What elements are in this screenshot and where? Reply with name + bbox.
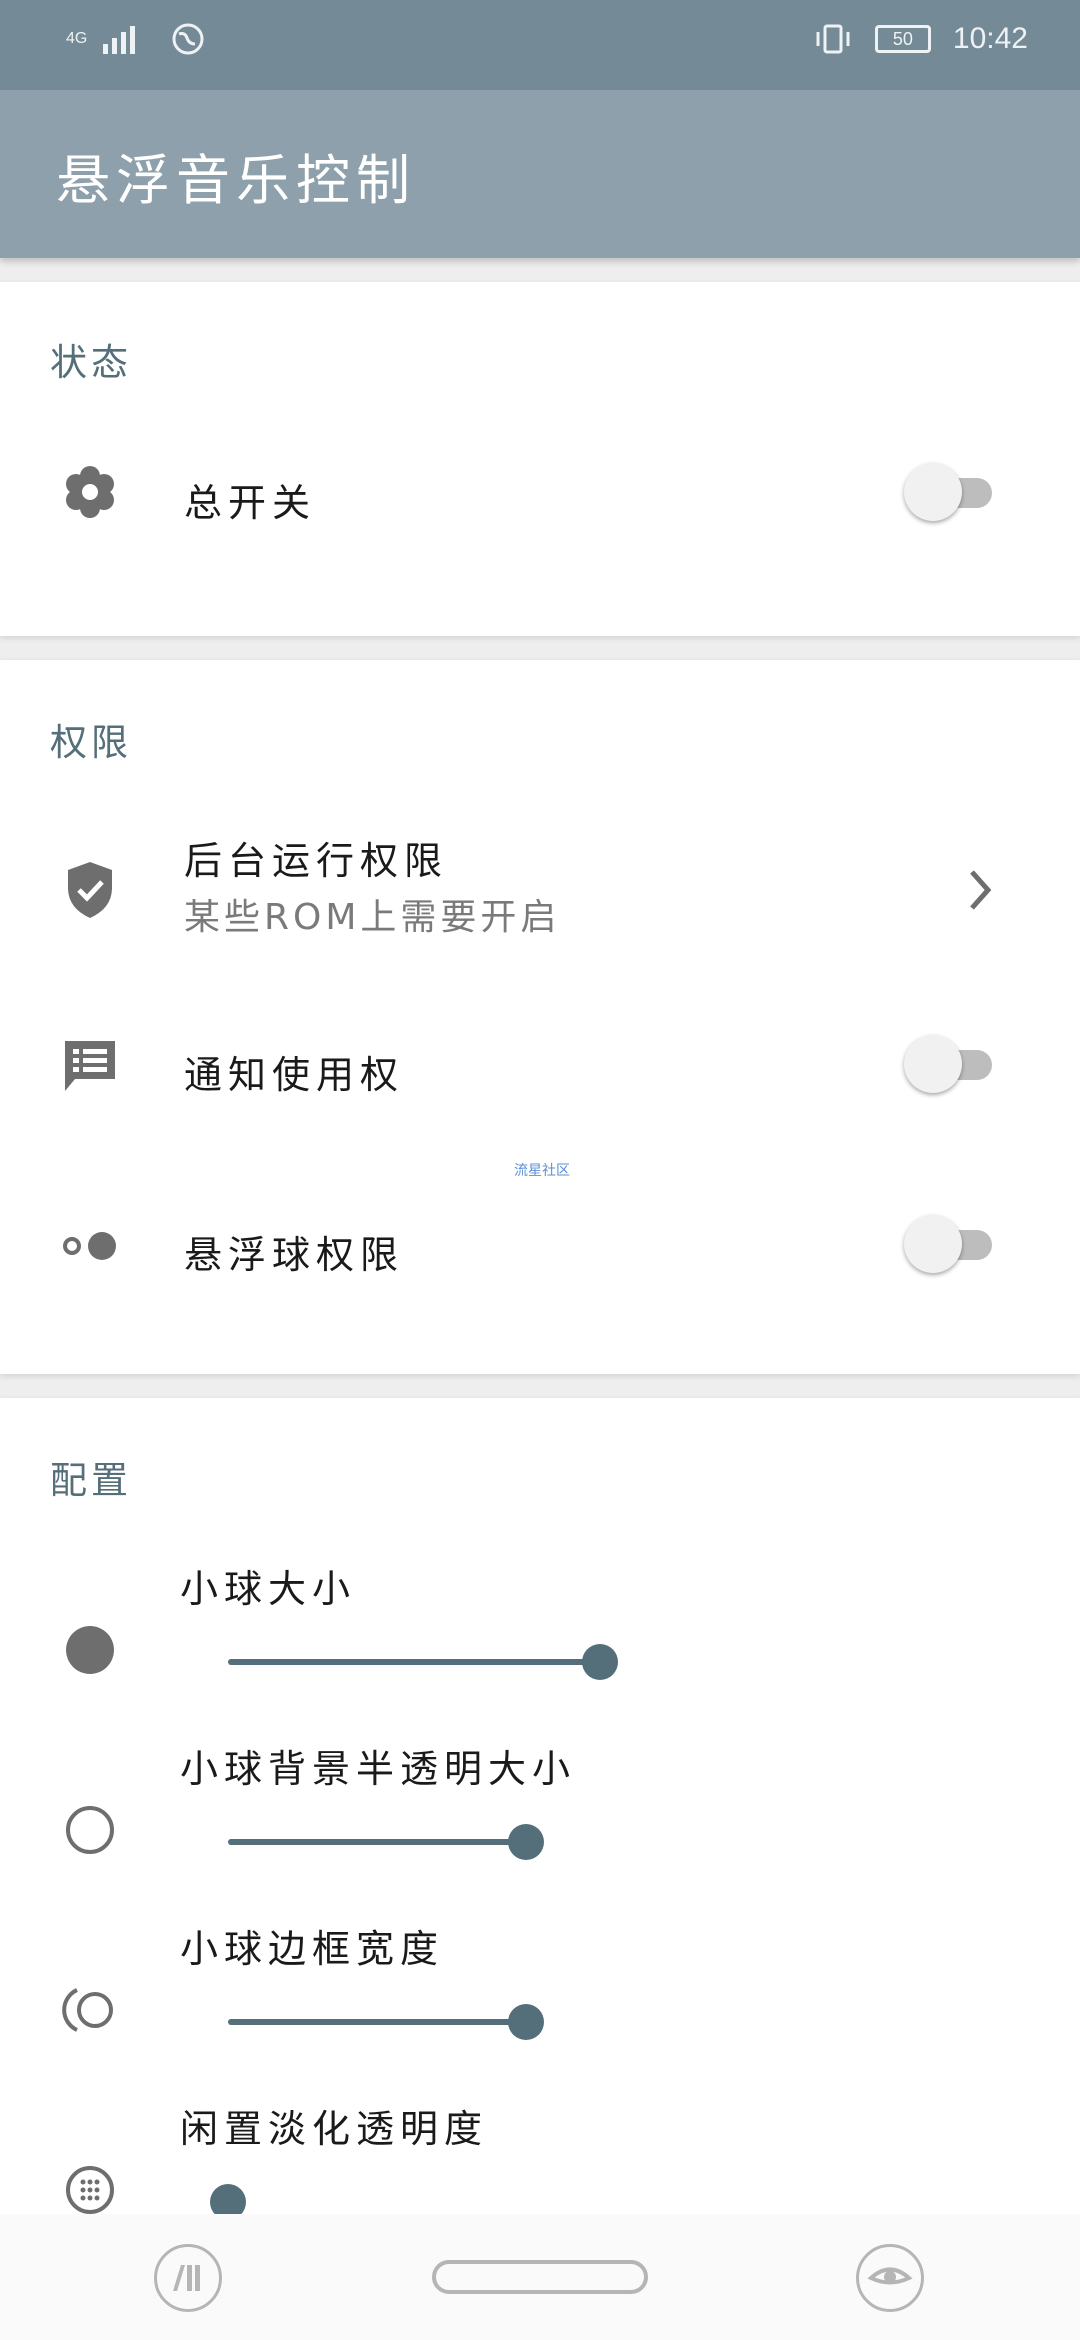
section-title-config: 配置	[50, 1459, 132, 1502]
flower-icon	[60, 462, 120, 522]
master-switch-label: 总开关	[184, 481, 317, 525]
slider-track	[228, 1839, 526, 1845]
page-title: 悬浮音乐控制	[56, 149, 416, 212]
home-button[interactable]	[432, 2260, 648, 2294]
eye-icon	[867, 2267, 913, 2285]
bg-size-slider[interactable]	[228, 1822, 618, 1862]
signal-icon	[103, 26, 136, 54]
switch-thumb	[904, 463, 962, 521]
filled-circle-icon	[60, 1620, 120, 1680]
eye-button[interactable]	[856, 2244, 924, 2312]
slider-thumb[interactable]	[507, 2004, 544, 2040]
notification-permission-row[interactable]: 通知使用权	[0, 1000, 1080, 1160]
status-bar: 4G 50 10:42	[0, 0, 1080, 90]
watermark-text: 流星社区	[514, 1163, 570, 1179]
master-switch-toggle[interactable]	[904, 460, 996, 524]
clock: 10:42	[952, 22, 1028, 55]
idle-alpha-label: 闲置淡化透明度	[180, 2107, 489, 2151]
background-permission-row[interactable]: 后台运行权限 某些ROM上需要开启	[0, 800, 1080, 980]
bg-size-label: 小球背景半透明大小	[180, 1747, 577, 1791]
shield-check-icon	[60, 860, 120, 920]
status-right: 50 10:42	[813, 22, 1028, 56]
ball-size-slider[interactable]	[228, 1642, 618, 1682]
slider-track	[228, 1659, 600, 1665]
message-icon	[60, 1036, 120, 1096]
ball-size-label: 小球大小	[180, 1567, 357, 1611]
border-width-slider[interactable]	[228, 2002, 618, 2042]
navigation-bar	[0, 2214, 1080, 2340]
notification-permission-toggle[interactable]	[904, 1032, 996, 1096]
bg-size-row: 小球背景半透明大小	[0, 1738, 1080, 1918]
app-logo-icon	[173, 2265, 200, 2291]
background-permission-subtitle: 某些ROM上需要开启	[184, 897, 561, 938]
border-width-row: 小球边框宽度	[0, 1918, 1080, 2098]
permissions-card: 权限 后台运行权限 某些ROM上需要开启 通知使用权 悬浮球权限	[0, 660, 1080, 1374]
section-title-status: 状态	[50, 341, 132, 384]
float-ball-permission-toggle[interactable]	[904, 1212, 996, 1276]
battery-level: 50	[892, 28, 913, 49]
background-permission-label: 后台运行权限	[184, 839, 449, 883]
float-ball-permission-row[interactable]: 悬浮球权限	[0, 1180, 1080, 1340]
dotted-circle-icon	[60, 2160, 120, 2220]
switch-thumb	[904, 1035, 962, 1093]
globe-icon	[172, 23, 204, 55]
status-left: 4G	[66, 22, 205, 56]
vibrate-icon	[816, 24, 850, 54]
ring-icon	[60, 1980, 120, 2040]
slider-track	[228, 2019, 526, 2025]
slider-thumb[interactable]	[507, 1824, 544, 1860]
battery-icon: 50	[874, 25, 931, 53]
network-label: 4G	[66, 30, 88, 47]
switch-thumb	[904, 1215, 962, 1273]
section-title-permissions: 权限	[50, 721, 132, 764]
slider-thumb[interactable]	[582, 1644, 618, 1680]
status-card: 状态 总开关	[0, 282, 1080, 636]
config-card: 配置 小球大小 小球背景半透明大小 小球边框宽度 闲置淡化透明度	[0, 1398, 1080, 2238]
notification-permission-label: 通知使用权	[184, 1053, 405, 1097]
outline-circle-icon	[60, 1800, 120, 1860]
ball-size-row: 小球大小	[0, 1558, 1080, 1738]
border-width-label: 小球边框宽度	[180, 1927, 445, 1971]
toggle-dots-icon	[60, 1216, 120, 1276]
float-ball-permission-label: 悬浮球权限	[184, 1233, 405, 1277]
app-switch-button[interactable]	[154, 2244, 222, 2312]
master-switch-row[interactable]: 总开关	[0, 392, 1080, 592]
app-bar: 悬浮音乐控制	[0, 90, 1080, 258]
chevron-right-icon	[970, 870, 992, 910]
